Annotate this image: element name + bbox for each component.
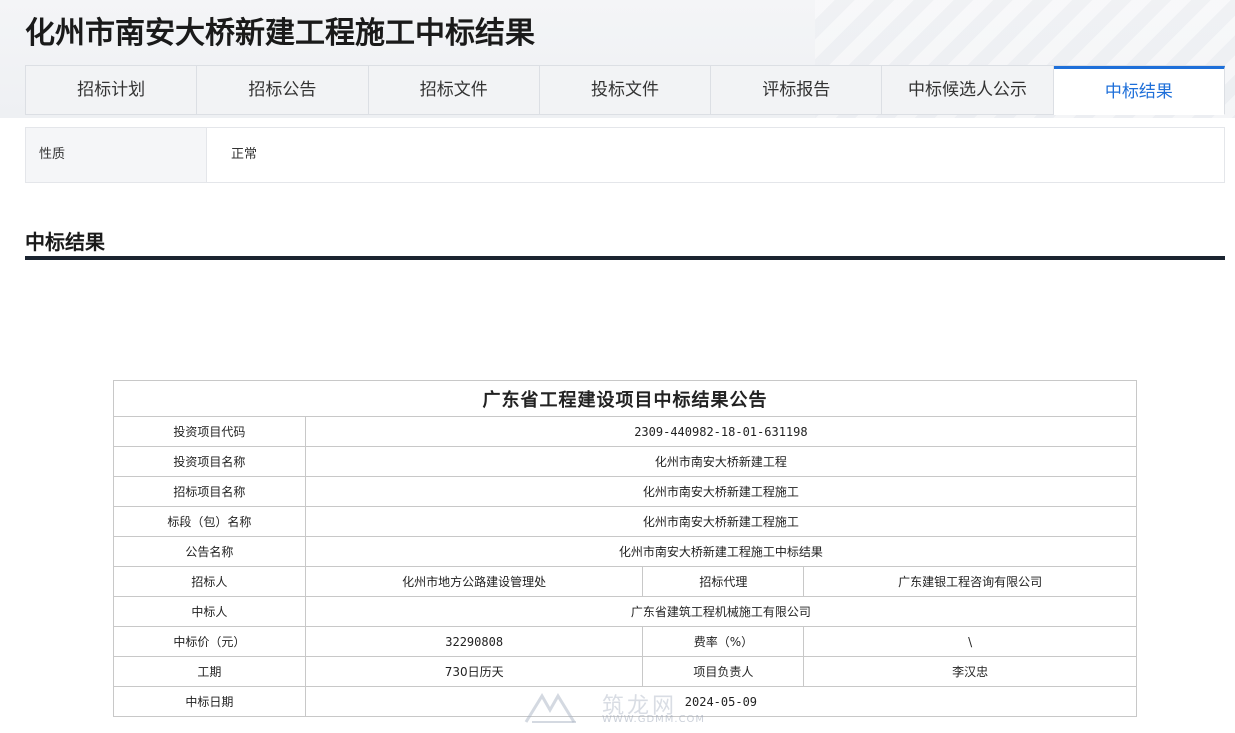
tab-bar: 招标计划 招标公告 招标文件 投标文件 评标报告 中标候选人公示 中标结果 (25, 65, 1225, 115)
project-name-label: 投资项目名称 (113, 446, 306, 477)
duration-value: 730日历天 (304, 656, 644, 687)
table-row: 中标价（元） 32290808 费率（%） \ (113, 626, 1137, 657)
tenderer-label: 招标人 (113, 566, 306, 597)
agency-label: 招标代理 (642, 566, 805, 597)
table-row: 公告名称 化州市南安大桥新建工程施工中标结果 (113, 536, 1138, 567)
table-row: 工期 730日历天 项目负责人 李汉忠 (113, 656, 1137, 687)
winner-value: 广东省建筑工程机械施工有限公司 (304, 596, 1138, 627)
lot-name-label: 标段（包）名称 (113, 506, 306, 537)
project-code-value: 2309-440982-18-01-631198 (304, 416, 1138, 447)
tab-candidate-publicity[interactable]: 中标候选人公示 (882, 66, 1054, 115)
agency-value: 广东建银工程咨询有限公司 (803, 566, 1137, 597)
tab-tender-documents[interactable]: 投标文件 (539, 66, 712, 115)
manager-value: 李汉忠 (803, 656, 1137, 687)
section-divider (25, 256, 1225, 260)
award-date-label: 中标日期 (113, 686, 306, 717)
rate-label: 费率（%） (642, 626, 805, 657)
tab-bid-documents[interactable]: 招标文件 (368, 66, 540, 115)
rate-value: \ (803, 626, 1137, 657)
project-code-label: 投资项目代码 (113, 416, 306, 447)
tab-bid-plan[interactable]: 招标计划 (26, 66, 198, 115)
table-caption-row: 广东省工程建设项目中标结果公告 (113, 380, 1137, 417)
notice-caption: 广东省工程建设项目中标结果公告 (113, 380, 1137, 417)
tab-award-result[interactable]: 中标结果 (1053, 66, 1225, 115)
award-date-value: 2024-05-09 (304, 686, 1138, 717)
table-row: 中标日期 2024-05-09 (113, 686, 1138, 717)
page-title: 化州市南安大桥新建工程施工中标结果 (25, 16, 535, 51)
price-label: 中标价（元） (113, 626, 306, 657)
lot-name-value: 化州市南安大桥新建工程施工 (304, 506, 1138, 537)
nature-row: 性质 正常 (25, 127, 1225, 183)
project-name-value: 化州市南安大桥新建工程 (304, 446, 1138, 477)
nature-label: 性质 (26, 128, 207, 182)
table-row: 投资项目名称 化州市南安大桥新建工程 (113, 446, 1138, 477)
table-row: 投资项目代码 2309-440982-18-01-631198 (113, 416, 1138, 447)
tab-evaluation-report[interactable]: 评标报告 (711, 66, 883, 115)
table-row: 中标人 广东省建筑工程机械施工有限公司 (113, 596, 1138, 627)
notice-name-label: 公告名称 (113, 536, 306, 567)
table-row: 招标人 化州市地方公路建设管理处 招标代理 广东建银工程咨询有限公司 (113, 566, 1137, 597)
tab-bid-announcement[interactable]: 招标公告 (197, 66, 369, 115)
section-title: 中标结果 (25, 230, 105, 254)
nature-value: 正常 (231, 147, 258, 162)
table-row: 招标项目名称 化州市南安大桥新建工程施工 (113, 476, 1138, 507)
price-value: 32290808 (304, 626, 644, 657)
table-row: 标段（包）名称 化州市南安大桥新建工程施工 (113, 506, 1138, 537)
tender-name-label: 招标项目名称 (113, 476, 306, 507)
winner-label: 中标人 (113, 596, 306, 627)
award-notice-table: 广东省工程建设项目中标结果公告 投资项目代码 2309-440982-18-01… (113, 380, 1138, 717)
manager-label: 项目负责人 (642, 656, 805, 687)
notice-name-value: 化州市南安大桥新建工程施工中标结果 (304, 536, 1138, 567)
tenderer-value: 化州市地方公路建设管理处 (304, 566, 644, 597)
tender-name-value: 化州市南安大桥新建工程施工 (304, 476, 1138, 507)
duration-label: 工期 (113, 656, 306, 687)
